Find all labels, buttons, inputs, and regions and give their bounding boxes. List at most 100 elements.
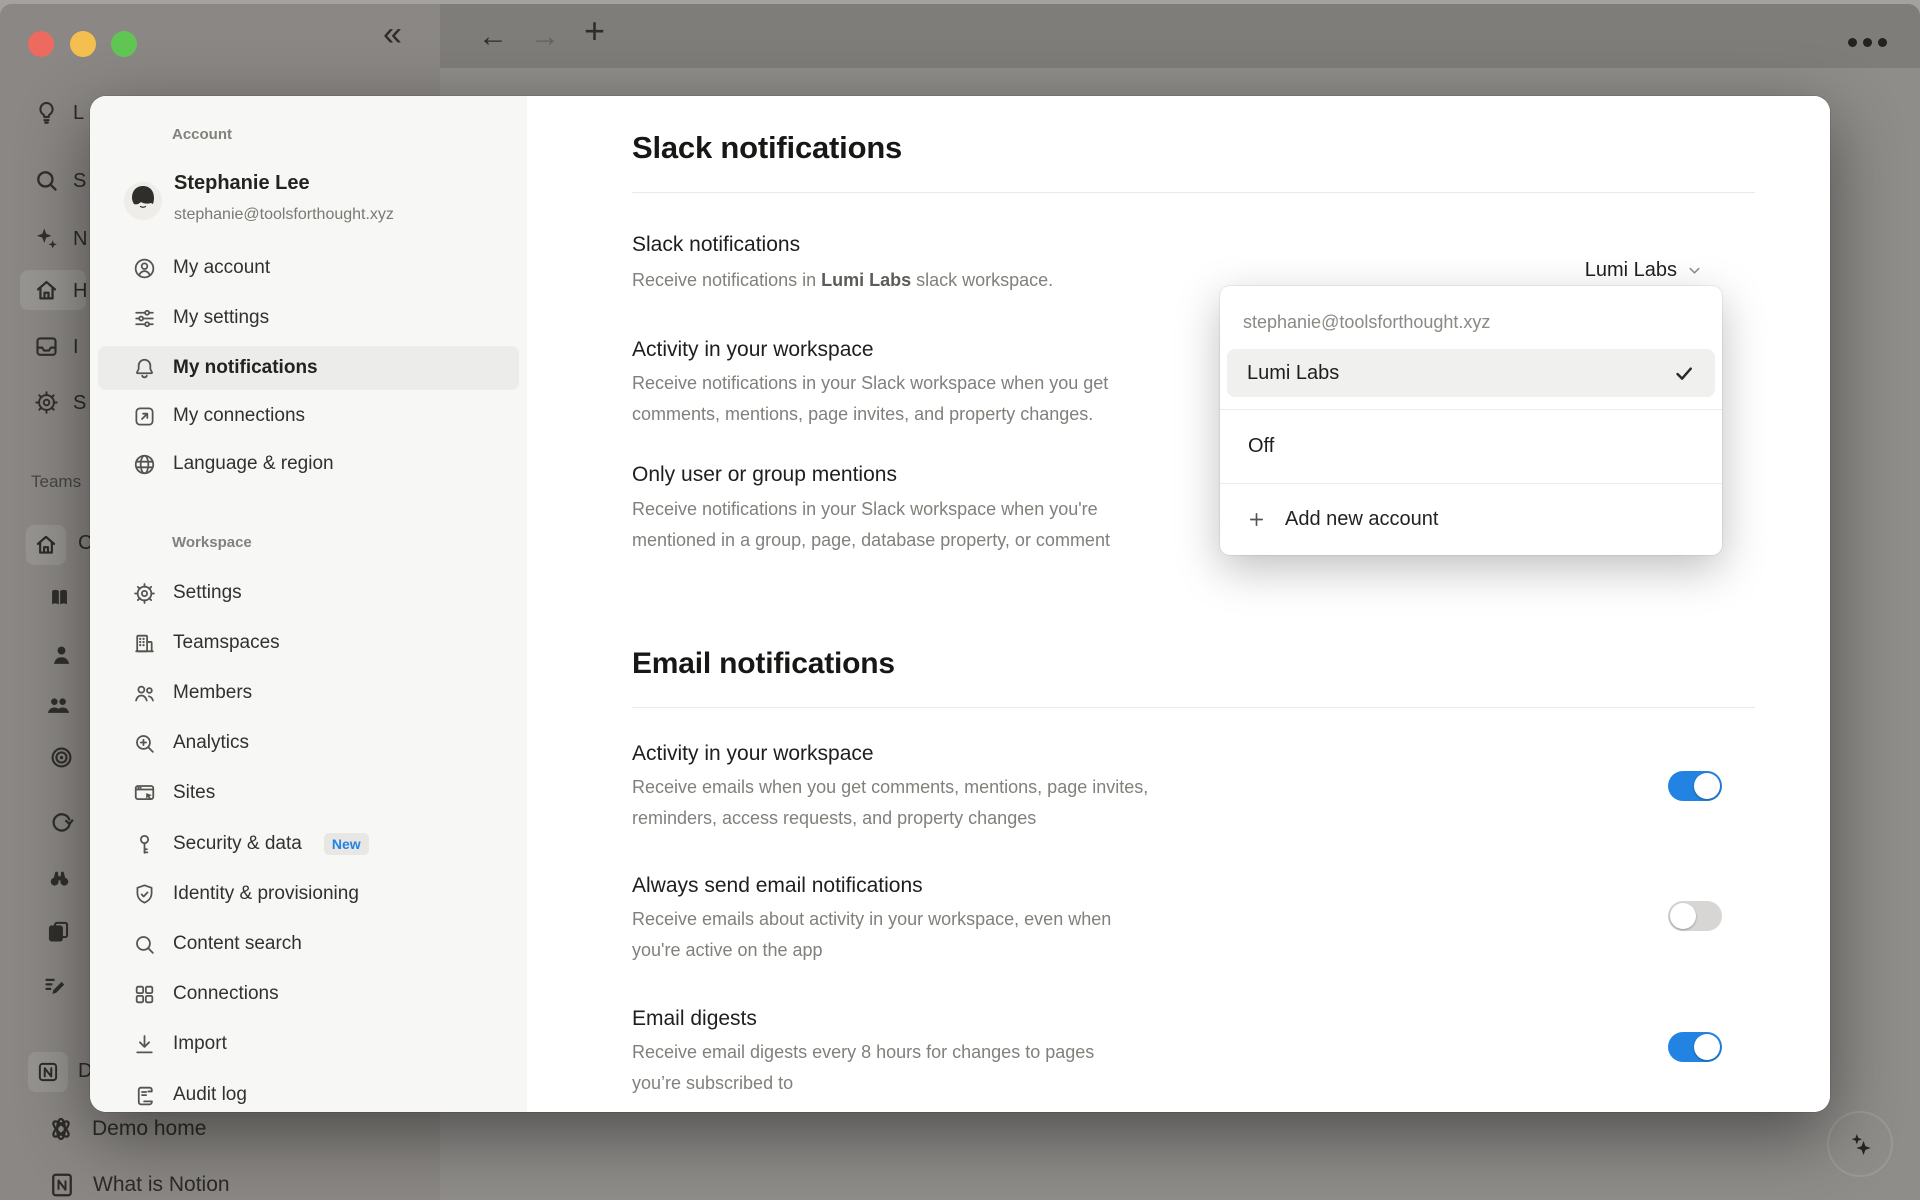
always-send-toggle[interactable] xyxy=(1668,901,1722,931)
sidebar-item-settings[interactable]: Settings xyxy=(98,571,519,615)
page-title: Slack notifications xyxy=(632,130,902,166)
dropdown-account-email: stephanie@toolsforthought.xyz xyxy=(1243,312,1490,333)
sidebar-item-sites[interactable]: Sites xyxy=(98,771,519,815)
sidebar-item-audit-log[interactable]: Audit log xyxy=(98,1073,519,1112)
target-icon xyxy=(48,744,75,771)
bg-titlebar-main xyxy=(440,4,1920,68)
email-activity-toggle[interactable] xyxy=(1668,771,1722,801)
bg-nav-home[interactable] xyxy=(33,277,60,304)
notion-ai-button[interactable] xyxy=(1827,1111,1893,1177)
new-badge: New xyxy=(324,833,369,855)
bg-nav-settings-label: S xyxy=(73,392,86,415)
sidebar-item-demo-home[interactable]: Demo home xyxy=(46,1114,206,1144)
user-email: stephanie@toolsforthought.xyz xyxy=(174,206,394,224)
dropdown-trigger-value: Lumi Labs xyxy=(1585,259,1677,282)
slack-workspace-dropdown-menu: stephanie@toolsforthought.xyz Lumi Labs … xyxy=(1220,286,1722,555)
sidebar-item-teamspaces[interactable]: Teamspaces xyxy=(98,621,519,665)
bg-nav-home-label: H xyxy=(73,280,87,303)
bg-page-book[interactable] xyxy=(46,584,73,611)
sidebar-item-my-account[interactable]: My account xyxy=(98,246,519,290)
sidebar-item-my-settings[interactable]: My settings xyxy=(98,296,519,340)
sidebar-item-label: My account xyxy=(173,257,270,279)
bg-teams-section-label: Teams xyxy=(31,472,81,492)
dropdown-option-off[interactable]: Off xyxy=(1248,409,1694,483)
toggle-knob xyxy=(1670,903,1696,929)
sidebar-item-connections[interactable]: Connections xyxy=(98,972,519,1016)
close-window-button[interactable] xyxy=(28,31,54,57)
arrow-up-right-icon xyxy=(132,404,157,429)
workspace-switcher[interactable] xyxy=(33,99,60,126)
sidebar-item-language-region[interactable]: Language & region xyxy=(98,442,519,486)
sidebar-item-analytics[interactable]: Analytics xyxy=(98,721,519,765)
bg-nav-inbox-label: I xyxy=(73,336,79,359)
zoom-window-button[interactable] xyxy=(111,31,137,57)
sparkles-icon xyxy=(33,225,60,252)
slack-notifications-row-desc: Receive notifications in Lumi Labs slack… xyxy=(632,265,1053,296)
sidebar-item-security-data[interactable]: Security & data New xyxy=(98,822,519,866)
people-icon xyxy=(45,692,72,719)
minimize-window-button[interactable] xyxy=(70,31,96,57)
bg-page-notion-doc[interactable] xyxy=(28,1052,68,1092)
desc-line: mentioned in a group, page, database pro… xyxy=(632,525,1110,556)
sidebar-item-my-notifications[interactable]: My notifications xyxy=(98,346,519,390)
user-name: Stephanie Lee xyxy=(174,172,310,195)
bg-page-target[interactable] xyxy=(48,744,75,771)
dropdown-option-lumi-labs[interactable]: Lumi Labs xyxy=(1227,349,1715,397)
bg-page-person[interactable] xyxy=(48,642,75,669)
sidebar-item-label: Members xyxy=(173,682,252,704)
book-icon xyxy=(46,584,73,611)
forward-button[interactable]: → xyxy=(530,22,560,52)
magnifier-icon xyxy=(132,932,157,957)
group-mentions-row-title: Only user or group mentions xyxy=(632,463,897,487)
sidebar-item-members[interactable]: Members xyxy=(98,671,519,715)
sidebar-item-my-connections[interactable]: My connections xyxy=(98,394,519,438)
email-notifications-title: Email notifications xyxy=(632,647,895,681)
option-label: Lumi Labs xyxy=(1247,362,1672,385)
divider xyxy=(632,192,1755,193)
avatar xyxy=(124,182,162,220)
bg-page-pages[interactable] xyxy=(45,918,72,945)
home-icon xyxy=(33,277,60,304)
new-tab-button[interactable]: + xyxy=(584,16,605,46)
bg-nav-settings[interactable] xyxy=(33,389,60,416)
email-activity-row-title: Activity in your workspace xyxy=(632,742,874,766)
slack-workspace-dropdown-trigger[interactable]: Lumi Labs xyxy=(1490,255,1703,285)
sidebar-item-content-search[interactable]: Content search xyxy=(98,922,519,966)
email-digests-toggle[interactable] xyxy=(1668,1032,1722,1062)
more-menu-button[interactable] xyxy=(1848,38,1887,47)
sidebar-item-what-is-notion[interactable]: What is Notion xyxy=(47,1170,230,1200)
bg-teamspace-item[interactable] xyxy=(26,525,66,565)
demo-home-label: Demo home xyxy=(92,1117,206,1141)
always-send-row-desc: Receive emails about activity in your wo… xyxy=(632,904,1111,966)
bg-nav-inbox[interactable] xyxy=(33,333,60,360)
plus-icon xyxy=(1246,509,1267,530)
bg-nav-search[interactable] xyxy=(33,167,60,194)
bg-page-compose[interactable] xyxy=(42,972,69,999)
desc-line: Receive emails when you get comments, me… xyxy=(632,772,1148,803)
lightbulb-icon xyxy=(33,99,60,126)
bg-page-orbit[interactable] xyxy=(48,809,75,836)
settings-modal: Account Stephanie Lee stephanie@toolsfor… xyxy=(90,96,1830,1112)
sidebar-item-identity-provisioning[interactable]: Identity & provisioning xyxy=(98,872,519,916)
desc-line: you’re subscribed to xyxy=(632,1068,1094,1099)
sidebar-collapse-button[interactable]: « xyxy=(383,19,402,49)
bg-page-binoculars[interactable] xyxy=(46,865,73,892)
bg-nav-notion-ai[interactable] xyxy=(33,225,60,252)
desc-line: Receive notifications in your Slack work… xyxy=(632,494,1110,525)
back-button[interactable]: ← xyxy=(478,22,508,52)
sidebar-item-label: My connections xyxy=(173,405,305,427)
sidebar-item-import[interactable]: Import xyxy=(98,1022,519,1066)
person-icon xyxy=(48,642,75,669)
bg-nav-ai-label: N xyxy=(73,228,87,251)
toggle-knob xyxy=(1694,773,1720,799)
bg-page-people[interactable] xyxy=(45,692,72,719)
desc-line: Receive notifications in your Slack work… xyxy=(632,368,1108,399)
gear-icon xyxy=(33,389,60,416)
sidebar-item-label: My settings xyxy=(173,307,269,329)
sidebar-item-label: Audit log xyxy=(173,1084,247,1106)
toggle-knob xyxy=(1694,1034,1720,1060)
desc-line: reminders, access requests, and property… xyxy=(632,803,1148,834)
activity-workspace-row-desc: Receive notifications in your Slack work… xyxy=(632,368,1108,430)
magnifier-plus-icon xyxy=(132,731,157,756)
dropdown-add-new-account[interactable]: Add new account xyxy=(1246,483,1696,555)
